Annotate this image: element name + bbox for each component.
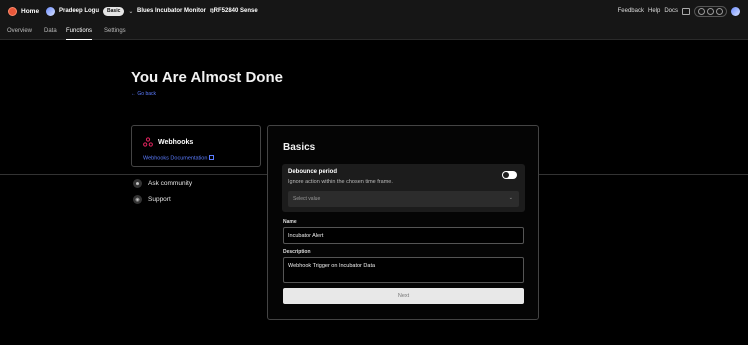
help-link[interactable]: Help: [648, 8, 660, 14]
device-label: nRF52840 Sense: [210, 8, 258, 14]
user-menu[interactable]: Pradeep Logu Basic ⌄: [46, 6, 134, 16]
home-link[interactable]: Home: [8, 6, 40, 16]
home-logo-icon: [8, 6, 17, 16]
home-label: Home: [21, 7, 40, 15]
user-avatar-icon: [46, 6, 55, 16]
tab-settings[interactable]: Settings: [104, 22, 126, 40]
chevron-down-icon: ⌄: [508, 195, 513, 201]
ask-community-link[interactable]: ☻ Ask community: [133, 179, 192, 188]
tab-data[interactable]: Data: [44, 22, 57, 40]
webhooks-doc-link[interactable]: Webhooks Documentation: [143, 155, 215, 162]
go-back-link[interactable]: ← Go back: [131, 91, 156, 97]
debounce-title: Debounce period: [288, 169, 338, 175]
toggle-knob: [503, 172, 509, 178]
name-label: Name: [283, 219, 297, 225]
support-link[interactable]: ◉ Support: [133, 195, 171, 204]
form-title: Basics: [283, 142, 316, 153]
external-link-icon: [209, 155, 215, 160]
webhooks-card: Webhooks Webhooks Documentation: [131, 125, 261, 167]
tab-functions[interactable]: Functions: [66, 22, 93, 40]
description-input[interactable]: Webhook Trigger on Incubator Data: [283, 257, 524, 283]
community-icon: ☻: [133, 179, 142, 188]
debounce-description: Ignore action within the chosen time fra…: [288, 179, 393, 185]
support-label: Support: [148, 196, 171, 203]
terminal-icon[interactable]: [682, 7, 690, 15]
project-selector[interactable]: Blues Incubator Monitor ⌄: [137, 8, 215, 15]
debounce-select[interactable]: Select value ⌄: [288, 191, 519, 207]
debounce-section: Debounce period Ignore action within the…: [282, 164, 525, 212]
user-name: Pradeep Logu: [59, 8, 100, 14]
ask-community-label: Ask community: [148, 180, 193, 187]
profile-avatar-icon[interactable]: [731, 6, 740, 16]
top-bar: Home Pradeep Logu Basic ⌄ Blues Incubato…: [0, 0, 748, 22]
top-right-actions: Feedback Help Docs: [618, 0, 740, 22]
select-placeholder: Select value: [293, 196, 321, 202]
theme-toggle-icon[interactable]: [694, 5, 727, 17]
webhooks-title: Webhooks: [158, 139, 194, 146]
plan-badge: Basic: [103, 6, 125, 16]
next-button[interactable]: Next: [283, 288, 524, 304]
page-title: You Are Almost Done: [131, 69, 283, 86]
docs-link[interactable]: Docs: [664, 8, 678, 14]
webhook-icon: [143, 137, 153, 147]
chevron-down-icon: ⌄: [128, 8, 134, 15]
support-icon: ◉: [133, 195, 142, 204]
tab-overview[interactable]: Overview: [7, 22, 32, 40]
project-name: Blues Incubator Monitor: [137, 8, 206, 14]
description-label: Description: [283, 249, 311, 255]
name-input[interactable]: Incubator Alert: [283, 227, 524, 244]
basics-form: Basics Debounce period Ignore action wit…: [267, 125, 539, 320]
webhooks-doc-label: Webhooks Documentation: [143, 155, 208, 162]
tab-bar: Overview Data Functions Settings: [0, 22, 748, 40]
debounce-toggle[interactable]: [502, 171, 517, 179]
feedback-link[interactable]: Feedback: [618, 8, 644, 14]
device-name[interactable]: nRF52840 Sense: [210, 8, 258, 14]
